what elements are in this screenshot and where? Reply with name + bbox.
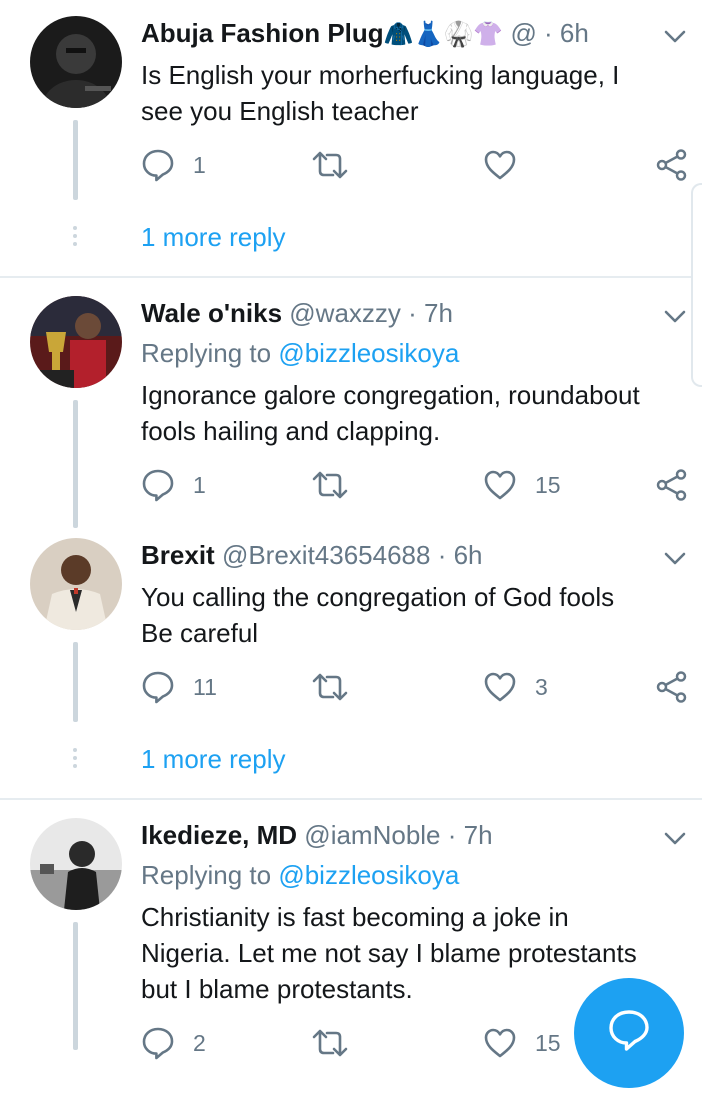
thread-line (73, 642, 78, 722)
reply-button[interactable]: 2 (141, 1026, 206, 1060)
thread-dots (73, 748, 78, 772)
retweet-button[interactable] (311, 1026, 349, 1060)
replying-to-label: Replying to (141, 338, 279, 368)
reply-button[interactable]: 1 (141, 148, 206, 182)
like-button[interactable]: 3 (483, 670, 548, 704)
share-icon (655, 468, 689, 502)
person-grayscale-avatar-icon (30, 818, 122, 910)
more-replies-link[interactable]: 1 more reply (141, 222, 286, 253)
share-button[interactable] (655, 670, 689, 704)
retweet-button[interactable] (311, 670, 349, 704)
retweet-icon (311, 148, 349, 182)
tweet-text-line: fools hailing and clapping. (141, 416, 441, 446)
heart-icon (483, 670, 517, 704)
tweet-body: Ignorance galore congregation, roundabou… (141, 377, 686, 449)
avatar[interactable] (30, 538, 122, 630)
retweet-button[interactable] (311, 148, 349, 182)
display-name[interactable]: Wale o'niks (141, 298, 282, 328)
thread-line (73, 120, 78, 200)
tweet-header: Abuja Fashion Plug🧥👗🥋👚 @ · 6h (141, 18, 589, 49)
retweet-button[interactable] (311, 468, 349, 502)
retweet-icon (311, 1026, 349, 1060)
avatar[interactable] (30, 16, 122, 108)
display-name[interactable]: Brexit (141, 540, 215, 570)
share-icon (655, 148, 689, 182)
handle-time: @waxzzy · 7h (289, 298, 453, 328)
handle-time: @iamNoble · 7h (304, 820, 493, 850)
display-name[interactable]: Abuja Fashion Plug (141, 18, 384, 48)
heart-icon (483, 468, 517, 502)
heart-icon (483, 1026, 517, 1060)
retweet-icon (311, 468, 349, 502)
handle-time: @Brexit43654688 · 6h (221, 540, 483, 570)
tweet-text-line: Christianity is fast becoming a joke in (141, 902, 569, 932)
action-bar: 1 15 (141, 468, 691, 502)
action-bar: 1 (141, 148, 691, 182)
thread-line (73, 922, 78, 1050)
tweet-body: Is English your morherfucking language, … (141, 57, 686, 129)
reply-icon (141, 670, 175, 704)
replying-to-link[interactable]: @bizzleosikoya (278, 338, 459, 368)
divider (0, 276, 702, 278)
name-emoji: 🧥👗🥋👚 (383, 21, 504, 48)
reply-button[interactable]: 11 (141, 670, 217, 704)
heart-icon (483, 148, 517, 182)
reply-icon (141, 1026, 175, 1060)
chevron-down-icon[interactable] (664, 30, 686, 44)
replying-to-label: Replying to (141, 860, 279, 890)
speech-bubble-icon (609, 1010, 649, 1051)
divider (0, 798, 702, 800)
reply-count: 2 (193, 1029, 206, 1056)
scroll-handle[interactable] (691, 183, 702, 387)
replying-to: Replying to @bizzleosikoya (141, 338, 459, 369)
replying-to-link[interactable]: @bizzleosikoya (278, 860, 459, 890)
reply-icon (141, 148, 175, 182)
tweet-header: Ikedieze, MD @iamNoble · 7h (141, 820, 493, 851)
tweet-text-line: Ignorance galore congregation, roundabou… (141, 380, 640, 410)
chevron-down-icon[interactable] (664, 832, 686, 846)
tweet-text-line: Be careful (141, 618, 259, 648)
person-with-trophy-avatar-icon (30, 296, 122, 388)
person-in-suit-avatar-icon (30, 538, 122, 630)
like-count: 3 (535, 673, 548, 700)
handle-time: @ · 6h (510, 18, 589, 48)
tweet-text-line: You calling the congregation of God fool… (141, 582, 615, 612)
compose-reply-button[interactable] (574, 978, 684, 1088)
share-button[interactable] (655, 468, 689, 502)
tweet-header: Wale o'niks @waxzzy · 7h (141, 298, 453, 329)
reply-count: 11 (193, 673, 217, 700)
more-replies-link[interactable]: 1 more reply (141, 744, 286, 775)
like-count: 15 (535, 1029, 561, 1056)
share-button[interactable] (655, 148, 689, 182)
tweet-text-line: Is English your morherfucking language, … (141, 60, 620, 90)
retweet-icon (311, 670, 349, 704)
chevron-down-icon[interactable] (664, 310, 686, 324)
tweet-header: Brexit @Brexit43654688 · 6h (141, 540, 483, 571)
like-button[interactable] (483, 148, 517, 182)
reply-count: 1 (193, 471, 206, 498)
tweet-text-line: Nigeria. Let me not say I blame protesta… (141, 938, 637, 968)
person-avatar-icon (30, 16, 122, 108)
reply-icon (141, 468, 175, 502)
avatar[interactable] (30, 818, 122, 910)
like-button[interactable]: 15 (483, 1026, 561, 1060)
thread-dots (73, 226, 78, 250)
avatar[interactable] (30, 296, 122, 388)
display-name[interactable]: Ikedieze, MD (141, 820, 297, 850)
thread-line (73, 400, 78, 528)
like-count: 15 (535, 471, 561, 498)
like-button[interactable]: 15 (483, 468, 561, 502)
action-bar: 11 3 (141, 670, 691, 704)
share-icon (655, 670, 689, 704)
tweet-text-line: see you English teacher (141, 96, 419, 126)
reply-count: 1 (193, 151, 206, 178)
chevron-down-icon[interactable] (664, 552, 686, 566)
replying-to: Replying to @bizzleosikoya (141, 860, 459, 891)
reply-button[interactable]: 1 (141, 468, 206, 502)
tweet-body: You calling the congregation of God fool… (141, 579, 686, 651)
